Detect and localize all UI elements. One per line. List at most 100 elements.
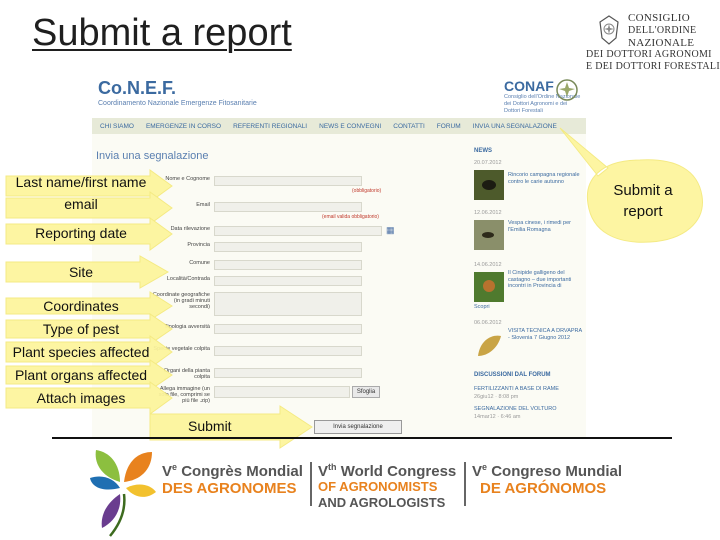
news-text[interactable]: VISITA TECNICA A DRVAPRA - Slovenia 7 Gi… (508, 328, 582, 341)
emblem-icon (599, 15, 619, 45)
leaf-image[interactable] (474, 330, 504, 360)
label-attach: Allega immagine (un solo file, comprimi … (158, 386, 210, 404)
nav-segnalazione[interactable]: INVIA UNA SEGNALAZIONE (473, 123, 557, 130)
label-comune: Comune (189, 260, 210, 266)
news-more-link[interactable]: Scopri (474, 304, 490, 310)
report-form: Nome e Cognome (obbligatorio) Email (ema… (152, 168, 412, 438)
congress-fr-top: Congrès Mondial (181, 463, 303, 480)
congress-en-bottom: AND AGROLOGISTS (318, 495, 446, 510)
callout-text: Submit a report (613, 182, 673, 220)
nav-chi-siamo[interactable]: CHI SIAMO (100, 123, 134, 130)
forum-heading: DISCUSSIONI DAL FORUM (474, 372, 551, 378)
email-input[interactable] (214, 202, 362, 212)
email-note: (email valida obbligatorio) (322, 214, 379, 220)
label-organs: Organi della pianta colpita (163, 368, 210, 380)
pest-input[interactable] (214, 324, 362, 334)
annotation-email: email (64, 196, 98, 212)
news-column: NEWS 20.07.2012 Rincorio campagna region… (472, 142, 586, 438)
nav-referenti[interactable]: REFERENTI REGIONALI (233, 123, 307, 130)
annotation-date: Reporting date (35, 225, 127, 241)
news-date: 14.06.2012 (474, 262, 502, 268)
label-date: Data rilevazione (170, 226, 210, 232)
forum-topic[interactable]: SEGNALAZIONE DEL VOLTURO (474, 406, 584, 413)
council-line-5: E DEI DOTTORI FORESTALI (586, 61, 720, 72)
forum-topic[interactable]: FERTILIZZANTI A BASE DI RAME (474, 386, 584, 393)
label-email: Email (196, 202, 210, 208)
annotation-pest: Type of pest (42, 321, 120, 337)
annotation-attach: Attach images (36, 390, 126, 406)
congress-fr-bottom: DES AGRONOMES (162, 480, 297, 497)
council-line-4: DEI DOTTORI AGRONOMI (586, 49, 712, 60)
separator (464, 462, 466, 506)
province-input[interactable] (214, 242, 362, 252)
annotation-coords: Coordinates (43, 298, 119, 314)
gall-image[interactable] (474, 272, 504, 302)
council-line-1: CONSIGLIO (628, 12, 690, 24)
congress-es-bottom: DE AGRÓNOMOS (480, 480, 607, 497)
annotation-species: Plant species affected (12, 344, 150, 360)
congress-en-top-line: Vth World Congress (318, 462, 456, 480)
wasp-image[interactable] (474, 220, 504, 250)
council-logo: CONSIGLIO DELL'ORDINE NAZIONALE DEI DOTT… (584, 8, 720, 72)
submit-button[interactable]: Invia segnalazione (314, 420, 402, 434)
annotation-submit: Submit (188, 418, 232, 434)
label-coords: Coordinate geografiche (in gradi minuti … (152, 292, 210, 310)
leaf-logo-icon (90, 450, 156, 537)
coords-input[interactable] (214, 292, 362, 316)
ordinal-en-sup: th (328, 462, 337, 472)
comune-input[interactable] (214, 260, 362, 270)
ordinal-en: V (318, 463, 329, 480)
news-text[interactable]: Vespa cinese, i rimedi per l'Emilia Roma… (508, 220, 582, 233)
news-text[interactable]: Rincorio campagna regionale contro le ca… (508, 172, 582, 185)
species-input[interactable] (214, 346, 362, 356)
required-note: (obbligatorio) (352, 188, 382, 194)
label-locality: Località/Contrada (166, 276, 210, 282)
news-date: 06.06.2012 (474, 320, 502, 326)
conaf-logo[interactable]: CONAF (504, 78, 554, 94)
ordinal-fr: V (162, 463, 173, 480)
label-province: Provincia (187, 242, 210, 248)
cnef-subtitle: Coordinamento Nazionale Emergenze Fitosa… (98, 100, 257, 107)
ordinal-fr-sup: e (172, 462, 178, 472)
calendar-icon[interactable]: ▦ (386, 225, 395, 236)
website-screenshot: Co.N.E.F. Coordinamento Nazionale Emerge… (92, 72, 586, 438)
congress-en-mid: OF AGRONOMISTS (318, 479, 438, 494)
nav-forum[interactable]: FORUM (437, 123, 461, 130)
council-line-3: NAZIONALE (628, 37, 695, 49)
annotation-organs: Plant organs affected (14, 367, 148, 383)
site-nav: CHI SIAMO EMERGENZE IN CORSO REFERENTI R… (92, 118, 586, 134)
name-input[interactable] (214, 176, 362, 186)
beetle-image[interactable] (474, 170, 504, 200)
nav-contatti[interactable]: CONTATTI (393, 123, 425, 130)
locality-input[interactable] (214, 276, 362, 286)
ordinal-es: V (472, 463, 483, 480)
congress-fr-top-line: Ve Congrès Mondial (162, 462, 303, 480)
congress-es-top: Congreso Mundial (491, 463, 623, 480)
forum-date: 14mar12 · 6:46 am (474, 414, 521, 420)
news-text[interactable]: Il Cinipide galligeno del castagno – due… (508, 270, 582, 290)
nav-emergenze[interactable]: EMERGENZE IN CORSO (146, 123, 221, 130)
cnef-logo[interactable]: Co.N.E.F. (98, 78, 176, 99)
divider (52, 437, 672, 439)
congress-banner: Ve Congrès Mondial DES AGRONOMES Vth Wor… (90, 442, 710, 538)
site-header: Co.N.E.F. Coordinamento Nazionale Emerge… (92, 72, 586, 118)
separator (310, 462, 312, 506)
nav-news[interactable]: NEWS E CONVEGNI (319, 123, 381, 130)
label-pest: Tipologia avversità (164, 324, 210, 330)
congress-es-top-line: Ve Congreso Mundial (472, 462, 622, 480)
label-name: Nome e Cognome (165, 176, 210, 182)
annotation-site: Site (68, 264, 94, 280)
date-input[interactable] (214, 226, 382, 236)
forum-date: 26giu12 · 8:08 pm (474, 394, 519, 400)
republic-emblem-icon (556, 79, 578, 101)
organs-input[interactable] (214, 368, 362, 378)
ordinal-es-sup: e (482, 462, 488, 472)
news-date: 20.07.2012 (474, 160, 502, 166)
slide-title: Submit a report (32, 12, 292, 54)
council-line-2: DELL'ORDINE (628, 25, 697, 36)
page-heading: Invia una segnalazione (96, 150, 209, 162)
file-input[interactable] (214, 386, 350, 398)
congress-en-top: World Congress (340, 463, 457, 480)
browse-button[interactable]: Sfoglia (352, 386, 380, 398)
label-species: Specie vegetale colpita (153, 346, 210, 352)
